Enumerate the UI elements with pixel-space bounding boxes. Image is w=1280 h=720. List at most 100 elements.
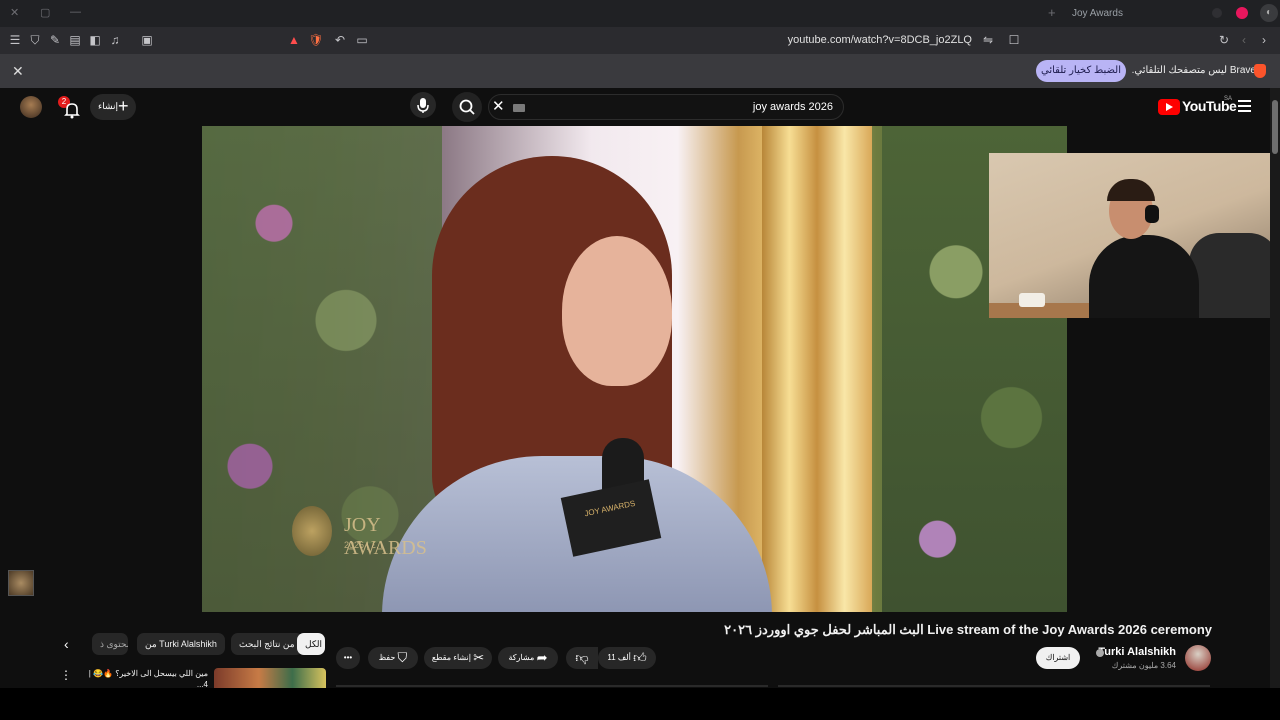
taskbar-area (0, 688, 1280, 720)
watermark-text: JOY AWARDS (344, 514, 427, 559)
recommendation-more-icon[interactable]: ⋮ (60, 668, 72, 682)
country-code: SA (1224, 96, 1233, 102)
share-icon: ➦ (536, 650, 548, 665)
guide-menu-icon[interactable] (1238, 100, 1251, 112)
infobar-message: Brave ليس متصفحك التلقائي. (1131, 65, 1256, 76)
subscribe-button[interactable]: اشتراك (1036, 647, 1080, 669)
shields-icon[interactable]: ⛉ (27, 32, 43, 48)
brave-logo-icon (1254, 64, 1266, 78)
watermark-subtext: 2026 | ٤.١ (344, 540, 384, 550)
tab-audio-icon[interactable] (1212, 8, 1222, 18)
webcam-person-hair (1107, 179, 1155, 201)
window-minimize-icon[interactable]: — (70, 6, 81, 18)
notifications-button[interactable]: 2 (58, 96, 80, 119)
browser-toolbar: ☰ ⛉ ✎ ▤ ◧ ♫ ▣ ▲ 🛡 ↶ ▭ youtube.com/watch?… (0, 27, 1280, 54)
webcam-overlay (989, 153, 1280, 318)
default-browser-infobar: ✕ الضبط كخيار تلقائي Brave ليس متصفحك ال… (0, 54, 1280, 88)
profile-icon[interactable]: ◐ (1260, 4, 1278, 22)
thumbs-down-icon: 👎︎ (575, 650, 589, 665)
mini-player-thumbnail[interactable] (8, 570, 34, 596)
recording-icon[interactable] (1236, 7, 1248, 19)
chip-related[interactable]: محتوى ذ (92, 633, 128, 655)
video-title: البث المباشر لحفل جوي اووردز ٢٠٢٦ Live s… (724, 622, 1212, 637)
search-input[interactable]: joy awards 2026 (488, 94, 844, 120)
description-box-edge (778, 685, 1210, 687)
dislike-button[interactable]: 👎︎ (566, 647, 598, 669)
channel-name[interactable]: Turki Alalshikh (1098, 646, 1176, 658)
webcam-chair (1189, 233, 1279, 318)
reload-icon[interactable]: ↻ (1216, 32, 1232, 48)
chip-from-search[interactable]: من نتائج البحث (231, 633, 303, 655)
more-horizontal-icon: ••• (343, 653, 353, 662)
search-query[interactable]: joy awards 2026 (753, 101, 833, 113)
search-icon (459, 99, 475, 115)
scissors-icon: ✂ (473, 650, 485, 665)
forward-icon[interactable]: › (1256, 32, 1272, 48)
chip-from-channel[interactable]: من Turki Alalshikh (137, 633, 225, 655)
chips-scroll-left-icon[interactable]: ‹ (64, 636, 69, 652)
browser-title-bar: ✕ ▢ — + Joy Awards ◐ (0, 0, 1280, 27)
subscriber-count: 3.64 مليون مشترك (1111, 661, 1176, 670)
brave-rewards-icon[interactable]: ▲ (286, 32, 302, 48)
set-default-button[interactable]: الضبط كخيار تلقائي (1036, 60, 1126, 82)
window-maximize-icon[interactable]: ▢ (40, 6, 50, 19)
voice-search-button[interactable] (410, 92, 436, 118)
webcam-cup (1019, 293, 1045, 307)
channel-avatar[interactable] (1185, 645, 1211, 671)
account-avatar[interactable] (20, 96, 42, 118)
reader-mode-icon[interactable]: ▭ (354, 32, 370, 48)
thumbs-up-icon: 👍︎ (633, 650, 647, 665)
share-button[interactable]: مشاركة ➦ (498, 647, 558, 669)
bookmark-icon[interactable]: ☐ (1006, 32, 1022, 48)
video-microphone: JOY AWARDS (560, 438, 662, 598)
like-count: 11 ألف (607, 653, 631, 663)
clip-label: إنشاء مقطع (431, 653, 472, 663)
search-button[interactable] (452, 92, 482, 122)
verified-icon (1096, 649, 1104, 657)
bell-icon (64, 103, 80, 119)
infobar-close-icon[interactable]: ✕ (12, 63, 24, 80)
save-icon: ⛉ (397, 650, 408, 665)
site-settings-icon[interactable]: ⇋ (980, 32, 996, 48)
joy-awards-emblem-icon (292, 506, 332, 556)
tab-title[interactable]: Joy Awards (1072, 8, 1123, 19)
sidebar-icon[interactable]: ◧ (87, 32, 103, 48)
youtube-play-icon (1158, 99, 1180, 115)
joy-awards-watermark: JOY AWARDS 2026 | ٤.١ (292, 506, 462, 559)
pen-icon[interactable]: ✎ (47, 32, 63, 48)
description-box-edge (336, 685, 768, 687)
menu-icon[interactable]: ☰ (7, 32, 23, 48)
more-actions-button[interactable]: ••• (336, 647, 360, 669)
music-icon[interactable]: ♫ (107, 32, 123, 48)
like-button[interactable]: 11 ألف 👍︎ (598, 647, 656, 669)
save-button[interactable]: حفظ ⛉ (368, 647, 418, 669)
scrollbar-track[interactable] (1270, 88, 1280, 688)
clip-button[interactable]: إنشاء مقطع ✂ (424, 647, 492, 669)
plus-icon: + (118, 96, 129, 116)
recommendation-title[interactable]: مين اللي بيسحل الى الاخير؟ 🔥😂 | (89, 669, 208, 678)
brave-shield-icon[interactable]: 🛡 (308, 32, 324, 48)
video-player[interactable]: JOY AWARDS JOY AWARDS 2026 | ٤.١ (202, 126, 1067, 612)
clear-search-icon[interactable]: ✕ (492, 97, 505, 115)
video-person-face (562, 236, 672, 386)
recommendation-thumbnail[interactable] (214, 668, 326, 688)
create-label: إنشاء (98, 101, 119, 111)
youtube-header: 2 إنشاء + joy awards 2026 ✕ YouTube SA (0, 88, 1270, 126)
window-close-icon[interactable]: ✕ (10, 6, 19, 19)
mic-icon (417, 98, 429, 113)
chip-all[interactable]: الكل (297, 633, 325, 655)
url-text[interactable]: youtube.com/watch?v=8DCB_jo2ZLQ (788, 34, 972, 46)
headset-icon (1145, 205, 1159, 223)
undo-icon[interactable]: ↶ (332, 32, 348, 48)
scrollbar-thumb[interactable] (1272, 100, 1278, 154)
address-bar[interactable]: ▲ 🛡 ↶ ▭ youtube.com/watch?v=8DCB_jo2ZLQ … (280, 30, 1028, 51)
save-label: حفظ (378, 653, 396, 663)
back-icon[interactable]: ‹ (1236, 32, 1252, 48)
keyboard-icon[interactable] (513, 104, 525, 112)
screenshot-icon[interactable]: ▣ (139, 32, 155, 48)
webcam-person-body (1089, 235, 1199, 318)
video-background-arch (762, 126, 872, 612)
tabs-icon[interactable]: ▤ (67, 32, 83, 48)
create-button[interactable]: إنشاء + (90, 94, 136, 120)
new-tab-icon[interactable]: + (1048, 5, 1056, 20)
